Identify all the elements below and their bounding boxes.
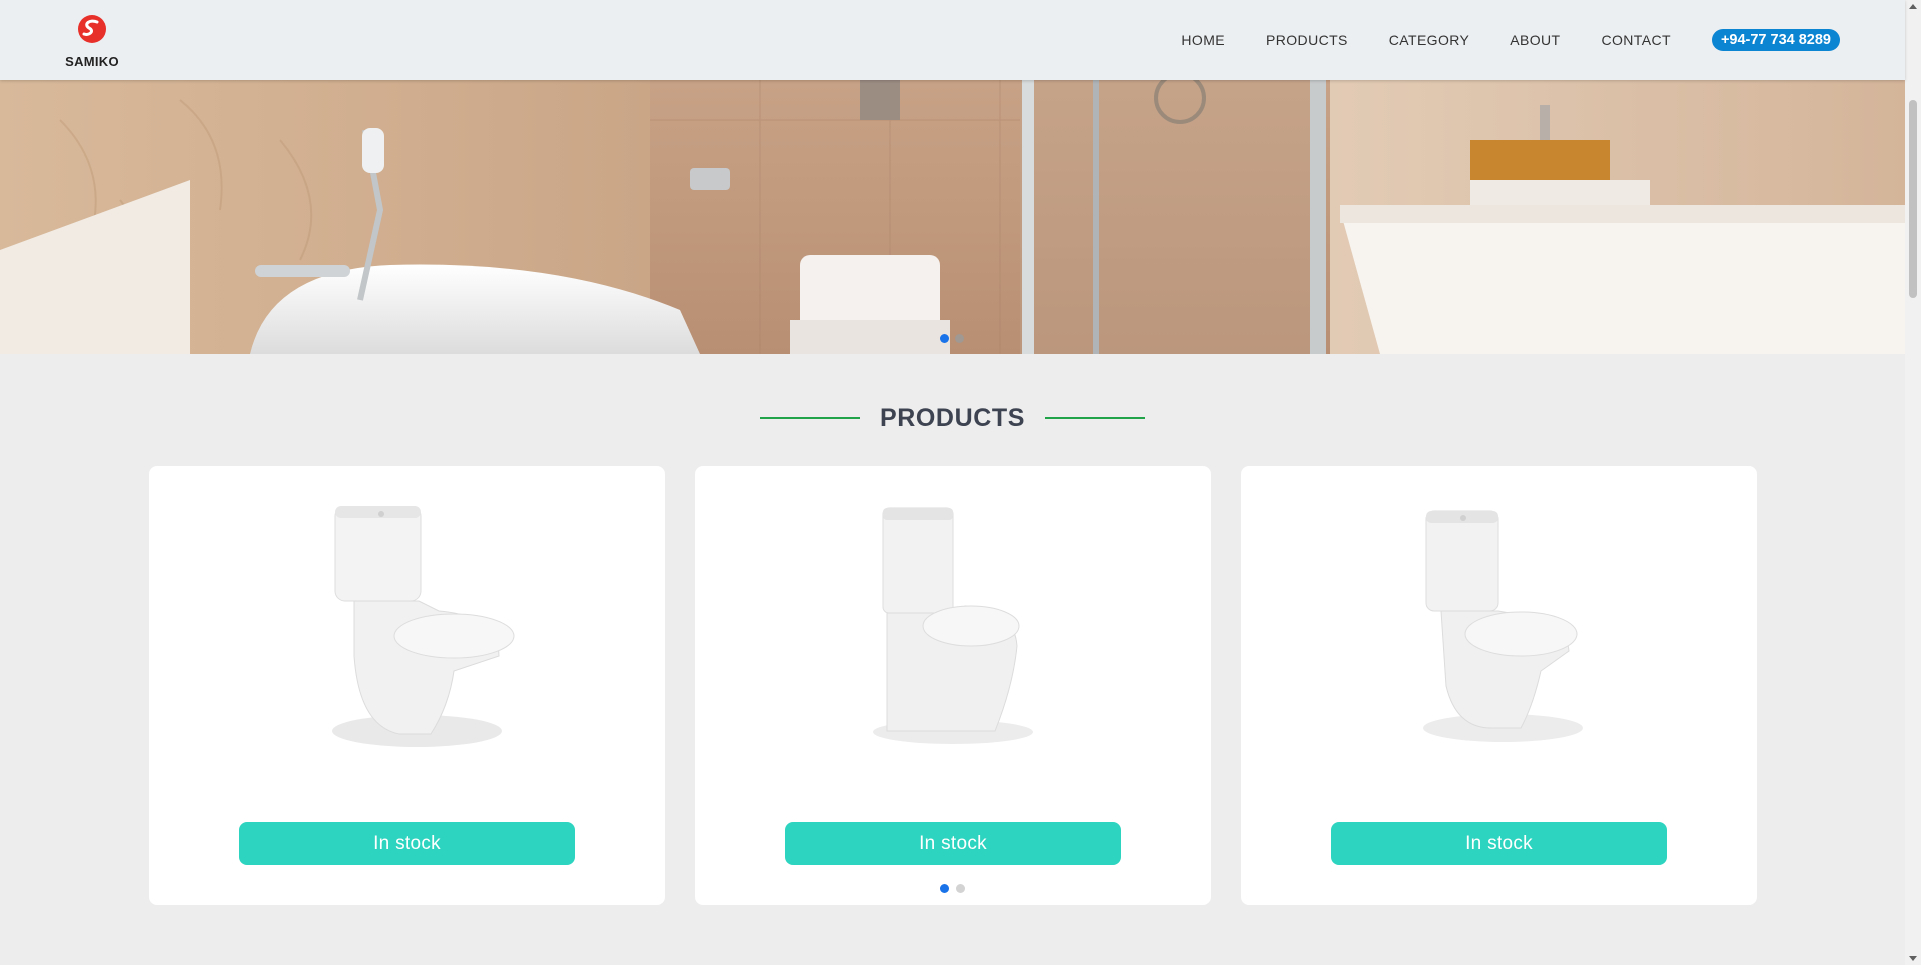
in-stock-button[interactable]: In stock — [1331, 822, 1667, 865]
brand-name: SAMIKO — [65, 54, 119, 69]
title-divider-right — [1045, 417, 1146, 419]
nav-contact[interactable]: CONTACT — [1602, 32, 1671, 48]
nav-category[interactable]: CATEGORY — [1389, 32, 1469, 48]
product-card[interactable]: In stock — [695, 466, 1211, 905]
hero-slider-dots — [940, 334, 964, 343]
hero-dot-2[interactable] — [955, 334, 964, 343]
hero-banner — [0, 80, 1905, 354]
products-carousel-dots — [940, 884, 965, 893]
toilet-image-3 — [1423, 510, 1583, 742]
site-header: SAMIKO HOME PRODUCTS CATEGORY ABOUT CONT… — [0, 0, 1905, 80]
products-section-header: PRODUCTS — [0, 402, 1905, 434]
products-dot-1[interactable] — [940, 884, 949, 893]
samiko-s-logo-icon — [78, 15, 106, 43]
product-card[interactable]: In stock — [149, 466, 665, 905]
product-card[interactable]: In stock — [1241, 466, 1757, 905]
toilet-image-2 — [873, 507, 1033, 744]
products-dot-2[interactable] — [956, 884, 965, 893]
page-scrollbar[interactable] — [1905, 0, 1921, 965]
brand-logo[interactable]: SAMIKO — [62, 14, 122, 69]
nav-home[interactable]: HOME — [1181, 32, 1225, 48]
hero-dot-1[interactable] — [940, 334, 949, 343]
bathroom-banner-image — [0, 80, 1905, 354]
nav-about[interactable]: ABOUT — [1510, 32, 1560, 48]
in-stock-button[interactable]: In stock — [239, 822, 575, 865]
products-title: PRODUCTS — [879, 403, 1026, 432]
toilet-image-1 — [332, 506, 515, 747]
in-stock-button[interactable]: In stock — [785, 822, 1121, 865]
nav-products[interactable]: PRODUCTS — [1266, 32, 1348, 48]
title-divider-left — [759, 417, 860, 419]
phone-button[interactable]: +94-77 734 8289 — [1711, 29, 1840, 51]
scroll-down-icon[interactable] — [1909, 956, 1917, 961]
main-nav: HOME PRODUCTS CATEGORY ABOUT CONTACT +94… — [1181, 28, 1905, 52]
scroll-up-icon[interactable] — [1909, 4, 1917, 9]
scroll-thumb[interactable] — [1909, 100, 1917, 298]
